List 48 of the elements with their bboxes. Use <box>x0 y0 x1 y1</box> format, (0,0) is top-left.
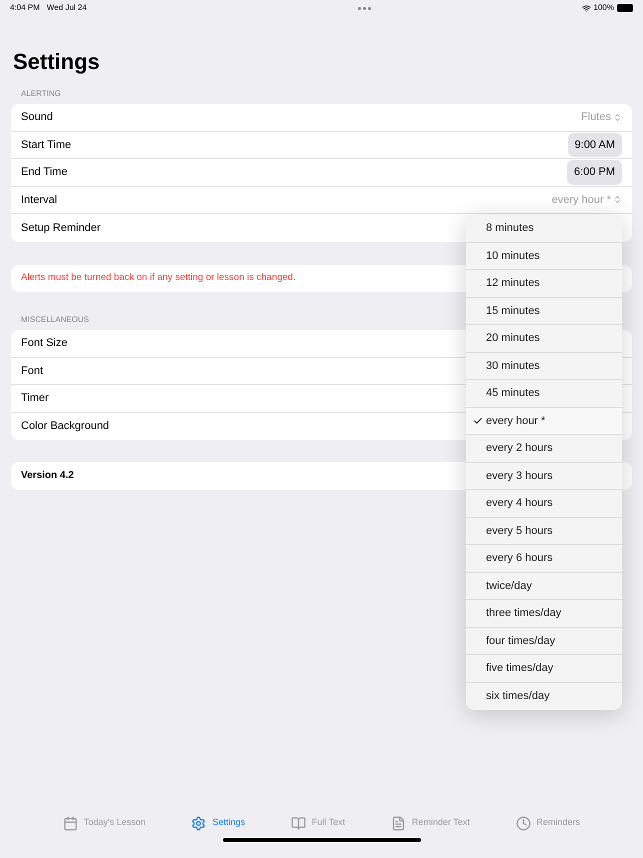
menu-item[interactable]: 10 minutes <box>466 242 622 270</box>
row-label: Font <box>21 364 44 378</box>
row-label: Interval <box>21 192 58 208</box>
more-dots-icon <box>358 6 371 10</box>
menu-item[interactable]: every 4 hours <box>466 490 622 518</box>
time-button[interactable]: 6:00 PM <box>567 160 622 184</box>
menu-item[interactable]: every 3 hours <box>466 462 622 490</box>
menu-item[interactable]: four times/day <box>466 628 622 655</box>
chevron-updown-icon <box>613 195 622 204</box>
battery-percent: 100% <box>594 2 614 14</box>
menu-item[interactable]: twice/day <box>466 572 622 600</box>
menu-item[interactable]: every 6 hours <box>466 545 622 572</box>
version-label: Version 4.2 <box>21 469 74 484</box>
wifi-icon <box>582 4 591 12</box>
status-time: 4:04 PM <box>10 2 40 14</box>
alert-notice: Alerts must be turned back on if any setting or lesson is changed. <box>21 271 296 286</box>
tab-button[interactable]: Settings <box>191 816 245 830</box>
checkmark-icon <box>473 416 483 426</box>
menu-item[interactable]: 8 minutes <box>466 215 622 242</box>
calendar-icon <box>62 816 78 830</box>
status-date: Wed Jul 24 <box>46 2 87 14</box>
menu-item[interactable]: 12 minutes <box>466 270 622 298</box>
battery-icon <box>616 4 633 12</box>
menu-item[interactable]: every hour * <box>466 408 622 435</box>
document-icon <box>390 816 406 830</box>
menu-item[interactable]: 30 minutes <box>466 352 622 380</box>
time-button[interactable]: 9:00 AM <box>568 132 622 157</box>
settings-icon <box>191 816 206 830</box>
book-icon <box>290 816 306 830</box>
menu-item[interactable]: 20 minutes <box>466 325 622 352</box>
chevron-updown-icon <box>613 112 622 122</box>
row-label: Font Size <box>21 336 68 351</box>
menu-item[interactable]: six times/day <box>466 682 622 710</box>
row-label: Timer <box>21 391 49 406</box>
menu-item[interactable]: every 5 hours <box>466 518 622 545</box>
row-label: Color Background <box>21 419 110 434</box>
menu-item[interactable]: five times/day <box>466 655 622 682</box>
section-header: ALERTING <box>21 88 61 100</box>
menu-item[interactable]: three times/day <box>466 600 622 628</box>
clock-icon <box>516 816 531 830</box>
row-label: Setup Reminder <box>21 220 100 236</box>
row-label: End Time <box>21 165 68 180</box>
page-title: Settings <box>13 48 101 76</box>
menu-item[interactable]: 15 minutes <box>466 298 622 325</box>
section-header: MISCELLANEOUS <box>21 314 90 326</box>
row-label: Start Time <box>21 138 72 152</box>
row-label: Sound <box>21 110 53 125</box>
menu-item[interactable]: every 2 hours <box>466 435 622 462</box>
